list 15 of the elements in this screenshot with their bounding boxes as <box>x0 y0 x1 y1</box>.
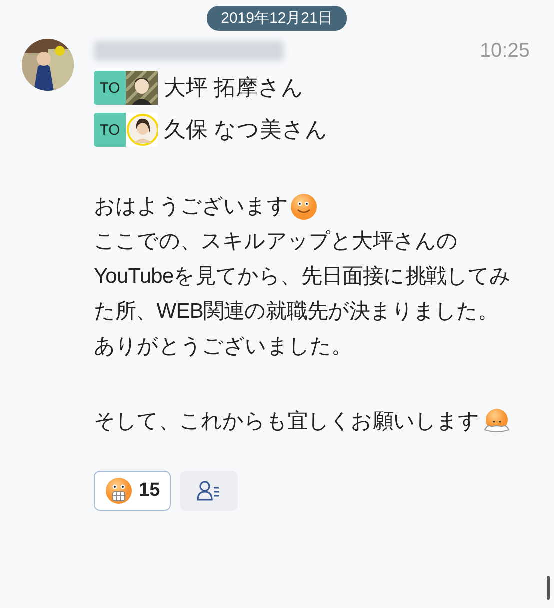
message-text: おはようございます <box>94 195 288 218</box>
smiling-face-icon <box>290 193 318 222</box>
date-label: 2019年12月21日 <box>207 6 347 31</box>
grimacing-face-icon <box>105 477 133 505</box>
to-tag: TO <box>94 71 126 105</box>
message-text: ありがとうございました。 <box>94 335 352 358</box>
message-text: そして、これからも宜しくお願いします <box>94 410 480 433</box>
recipient-name: 大坪 拓摩さん <box>164 74 304 102</box>
message-time: 10:25 <box>480 40 530 62</box>
read-by-button[interactable] <box>180 471 238 511</box>
reaction-button[interactable]: 15 <box>94 471 172 511</box>
scroll-bar <box>547 576 550 600</box>
recipient-name: 久保 なつ美さん <box>164 116 328 144</box>
message-text: ここでの、スキルアップと大坪さんのYouTubeを見てから、先日面接に挑戦してみた所、WEB関連の就職先が決まりました。 <box>94 230 512 323</box>
to-tag: TO <box>94 113 126 147</box>
